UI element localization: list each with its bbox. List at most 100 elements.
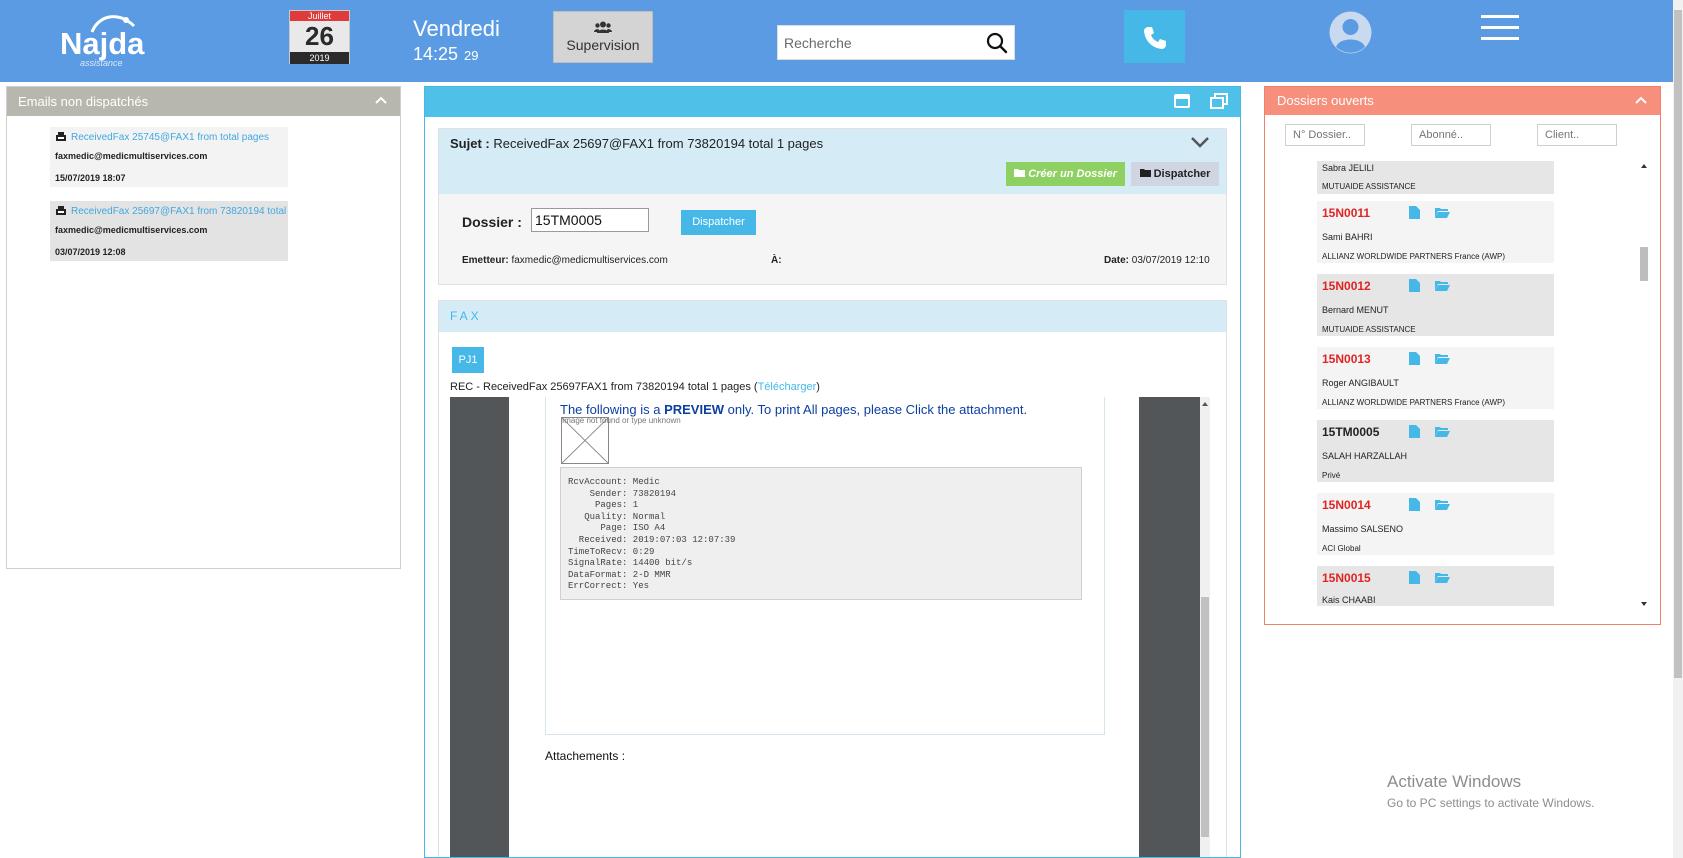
dossier-subscriber: Massimo SALSENO xyxy=(1322,524,1404,534)
document-icon[interactable] xyxy=(1409,352,1420,365)
dossier-subscriber: Roger ANGIBAULT xyxy=(1322,378,1399,388)
chevron-up-icon[interactable] xyxy=(1635,95,1647,105)
create-dossier-button[interactable]: Créer un Dossier xyxy=(1006,162,1125,186)
watermark-title: Activate Windows xyxy=(1387,772,1522,791)
top-header: Najda assistance Juillet 26 2019 Vendred… xyxy=(0,0,1673,82)
open-dossiers-panel: Dossiers ouverts Sabra JELILI MUTUAIDE A… xyxy=(1264,86,1661,625)
dossier-code[interactable]: 15N0015 xyxy=(1322,571,1371,585)
dossier-item[interactable]: 15N0013 Roger ANGIBAULT ALLIANZ WORLDWID… xyxy=(1317,347,1554,409)
clock-time: 14:25 xyxy=(413,44,459,64)
dossier-code[interactable]: 15N0014 xyxy=(1322,498,1371,512)
najda-logo[interactable]: Najda assistance xyxy=(58,12,148,68)
email-subject-row: ReceivedFax 25745@FAX1 from total pages xyxy=(55,130,288,144)
copy-window-icon[interactable] xyxy=(1210,93,1228,109)
phone-button[interactable] xyxy=(1124,10,1185,63)
email-list-item[interactable]: ReceivedFax 25745@FAX1 from total pages … xyxy=(50,127,288,187)
dossier-code[interactable]: 15N0011 xyxy=(1322,206,1370,220)
folder-open-icon[interactable] xyxy=(1435,280,1450,291)
document-icon[interactable] xyxy=(1409,279,1420,292)
dossier-item[interactable]: 15N0012 Bernard MENUT MUTUAIDE ASSISTANC… xyxy=(1317,274,1554,336)
attachment-line: REC - ReceivedFax 25697FAX1 from 7382019… xyxy=(450,381,820,393)
mail-body: Dossier : 15TM0005 Dispatcher Emetteur: … xyxy=(439,194,1226,284)
dossier-list-scrollbar[interactable] xyxy=(1638,161,1650,616)
attachment-name: REC - ReceivedFax 25697FAX1 from 7382019… xyxy=(450,381,758,393)
folder-open-icon[interactable] xyxy=(1435,572,1450,583)
subject-label: Sujet : xyxy=(450,136,490,151)
chevron-down-icon[interactable] xyxy=(1190,135,1210,149)
search-box xyxy=(777,25,1015,60)
download-link[interactable]: Télécharger xyxy=(758,381,817,393)
dossier-item[interactable]: 15TM0005 SALAH HARZALLAH Privé xyxy=(1317,420,1554,482)
email-date: 15/07/2019 18:07 xyxy=(55,173,126,183)
attachment-close: ) xyxy=(816,381,820,393)
dispatch-submit-button[interactable]: Dispatcher xyxy=(681,210,756,235)
panel-header[interactable]: Emails non dispatchés xyxy=(7,87,400,116)
folder-open-icon[interactable] xyxy=(1435,207,1450,218)
folder-icon xyxy=(1139,169,1151,177)
mail-card: Sujet : ReceivedFax 25697@FAX1 from 7382… xyxy=(438,128,1227,285)
filter-dossier-number[interactable] xyxy=(1285,124,1365,146)
create-dossier-label: Créer un Dossier xyxy=(1028,168,1117,180)
chevron-up-icon[interactable] xyxy=(375,95,387,105)
dossier-scroll-thumb[interactable] xyxy=(1640,247,1648,281)
user-avatar-icon[interactable] xyxy=(1328,10,1373,55)
calendar-year: 2019 xyxy=(290,52,349,64)
dossier-item[interactable]: 15N0015 Kais CHAABI xyxy=(1317,566,1554,606)
date-label: Date: xyxy=(1104,255,1130,266)
dossier-code[interactable]: 15N0012 xyxy=(1322,279,1371,293)
dossier-item[interactable]: 15N0014 Massimo SALSENO ACI Global xyxy=(1317,493,1554,555)
clock: 14:25 29 xyxy=(413,44,479,65)
filter-abonne[interactable] xyxy=(1411,124,1491,146)
hamburger-menu-icon[interactable] xyxy=(1480,13,1520,43)
folder-open-icon[interactable] xyxy=(1435,426,1450,437)
scroll-up-arrow-icon[interactable] xyxy=(1200,399,1210,409)
document-icon[interactable] xyxy=(1409,425,1420,438)
folder-open-icon[interactable] xyxy=(1435,353,1450,364)
preview-note: The following is a PREVIEW only. To prin… xyxy=(560,402,1027,417)
dossier-subscriber: Sabra JELILI xyxy=(1322,163,1375,173)
page-scrollbar[interactable] xyxy=(1673,0,1683,858)
search-icon[interactable] xyxy=(986,32,1008,54)
dossier-client: MUTUAIDE ASSISTANCE xyxy=(1322,325,1416,334)
dispatcher-label: Dispatcher xyxy=(1153,168,1211,180)
page-scroll-thumb[interactable] xyxy=(1674,10,1682,678)
panel-title: Emails non dispatchés xyxy=(18,94,149,109)
dossier-item[interactable]: Sabra JELILI MUTUAIDE ASSISTANCE xyxy=(1317,161,1554,194)
emetteur-label: Emetteur: xyxy=(462,255,509,266)
watermark-subtitle: Go to PC settings to activate Windows. xyxy=(1387,796,1595,810)
filter-client[interactable] xyxy=(1537,124,1617,146)
dossier-code[interactable]: 15TM0005 xyxy=(1322,425,1379,439)
attachment-viewer[interactable]: The following is a PREVIEW only. To prin… xyxy=(450,397,1210,857)
dossier-client: Privé xyxy=(1322,471,1341,480)
dossier-field[interactable]: 15TM0005 xyxy=(531,208,649,232)
attachment-tab-pj1[interactable]: PJ1 xyxy=(452,347,484,373)
email-list-item[interactable]: ReceivedFax 25697@FAX1 from 73820194 tot… xyxy=(50,201,288,261)
dossier-item[interactable]: 15N0011 Sami BAHRI ALLIANZ WORLDWIDE PAR… xyxy=(1317,201,1554,263)
preview-page: The following is a PREVIEW only. To prin… xyxy=(509,397,1139,857)
clock-seconds: 29 xyxy=(464,48,479,63)
scroll-up-arrow-icon[interactable] xyxy=(1638,161,1650,171)
date-value: 03/07/2019 12:10 xyxy=(1131,255,1210,266)
detail-toolbar xyxy=(425,87,1240,117)
recipient-meta: À: xyxy=(771,255,782,266)
supervision-label: Supervision xyxy=(566,37,640,53)
window-icon[interactable] xyxy=(1174,94,1190,108)
dossier-code[interactable]: 15N0013 xyxy=(1322,352,1371,366)
preview-post: only. To print All pages, please Click t… xyxy=(724,402,1028,417)
viewer-scrollbar[interactable] xyxy=(1200,397,1210,857)
panel-header[interactable]: Dossiers ouverts xyxy=(1265,87,1660,115)
scroll-down-arrow-icon[interactable] xyxy=(1638,599,1650,609)
folder-open-icon[interactable] xyxy=(1435,499,1450,510)
document-icon[interactable] xyxy=(1409,498,1420,511)
email-subject: ReceivedFax 25697@FAX1 from 73820194 tot… xyxy=(71,205,288,217)
viewer-scroll-thumb[interactable] xyxy=(1201,597,1209,837)
document-icon[interactable] xyxy=(1409,571,1420,584)
document-icon[interactable] xyxy=(1409,206,1420,219)
mail-subject: Sujet : ReceivedFax 25697@FAX1 from 7382… xyxy=(450,136,823,151)
dispatcher-button[interactable]: Dispatcher xyxy=(1131,162,1219,186)
date-meta: Date: 03/07/2019 12:10 xyxy=(1104,255,1210,266)
search-input[interactable] xyxy=(784,32,974,54)
email-sender: faxmedic@medicmultiservices.com xyxy=(55,151,208,161)
calendar-month: Juillet xyxy=(290,11,349,21)
supervision-button[interactable]: Supervision xyxy=(553,11,653,63)
